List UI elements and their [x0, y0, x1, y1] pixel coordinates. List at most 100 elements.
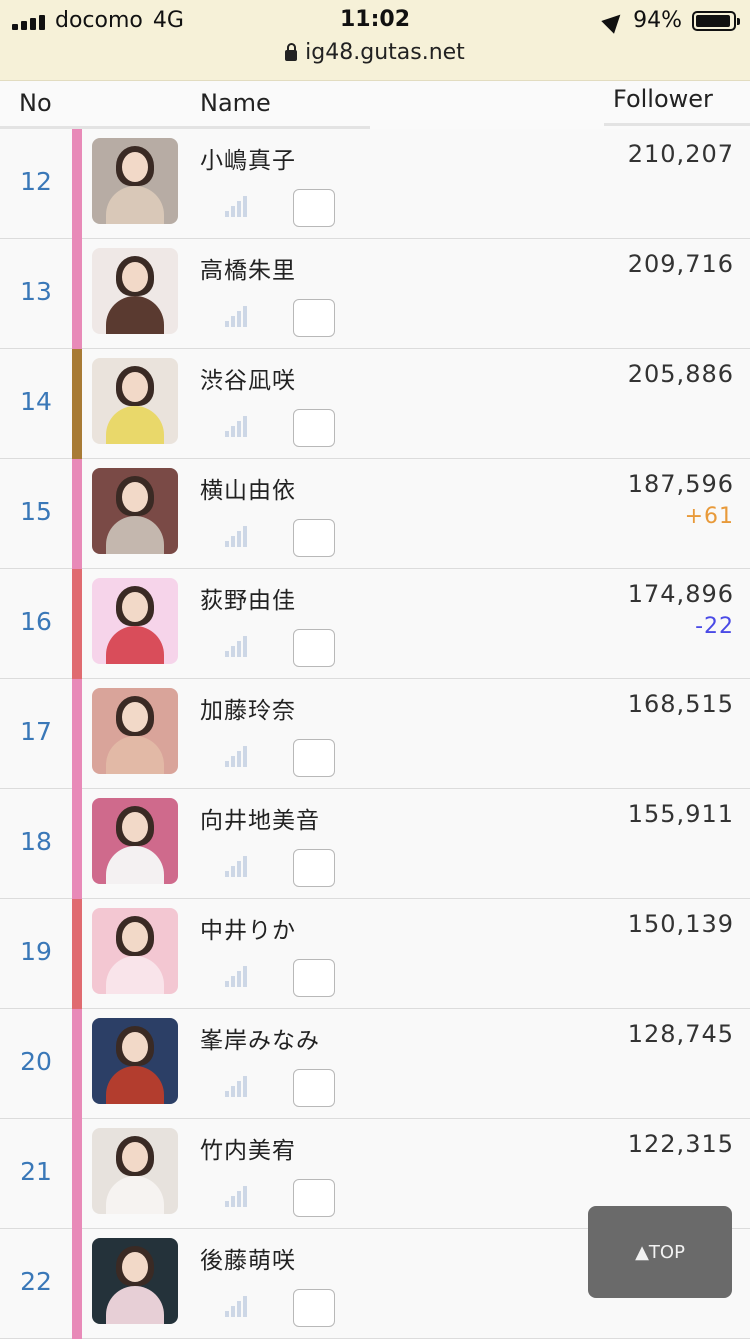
column-header-follower[interactable]: Follower [613, 85, 713, 113]
member-photo[interactable] [92, 688, 178, 774]
member-photo[interactable] [92, 578, 178, 664]
bar-chart-icon[interactable] [225, 635, 247, 657]
rank-number: 13 [20, 277, 52, 306]
compare-checkbox[interactable] [293, 959, 335, 997]
compare-checkbox[interactable] [293, 189, 335, 227]
follower-count: 150,139 [627, 910, 734, 938]
member-photo[interactable] [92, 468, 178, 554]
member-photo[interactable] [92, 358, 178, 444]
column-header-name[interactable]: Name [200, 89, 271, 117]
bar-chart-icon[interactable] [225, 1075, 247, 1097]
team-color-bar [72, 899, 82, 1009]
member-name[interactable]: 後藤萌咲 [200, 1241, 296, 1275]
photo-face [122, 1142, 148, 1172]
follower-diff: +61 [684, 504, 734, 529]
compare-checkbox[interactable] [293, 849, 335, 887]
photo-body [106, 956, 164, 994]
member-name[interactable]: 竹内美宥 [200, 1131, 296, 1165]
compare-checkbox[interactable] [293, 629, 335, 667]
compare-checkbox[interactable] [293, 519, 335, 557]
team-color-bar [72, 129, 82, 239]
member-photo[interactable] [92, 1128, 178, 1214]
team-color-bar [72, 349, 82, 459]
back-to-top-button[interactable]: ▲TOP [588, 1206, 732, 1298]
follower-count: 210,207 [627, 140, 734, 168]
table-row[interactable]: 18 向井地美音 155,911 [0, 789, 750, 899]
table-row[interactable]: 14 渋谷凪咲 205,886 [0, 349, 750, 459]
rank-number: 21 [20, 1157, 52, 1186]
compare-checkbox[interactable] [293, 409, 335, 447]
bar-chart-icon[interactable] [225, 415, 247, 437]
follower-count: 205,886 [627, 360, 734, 388]
follower-count: 168,515 [627, 690, 734, 718]
follower-count: 209,716 [627, 250, 734, 278]
photo-face [122, 482, 148, 512]
table-row[interactable]: 12 小嶋真子 210,207 [0, 129, 750, 239]
column-header-no[interactable]: No [19, 89, 52, 117]
photo-face [122, 262, 148, 292]
member-name[interactable]: 峯岸みなみ [200, 1021, 320, 1055]
follower-count: 128,745 [627, 1020, 734, 1048]
photo-body [106, 186, 164, 224]
photo-body [106, 1066, 164, 1104]
member-photo[interactable] [92, 908, 178, 994]
location-icon [601, 7, 627, 34]
team-color-bar [72, 239, 82, 349]
table-row[interactable]: 16 荻野由佳 174,896 -22 [0, 569, 750, 679]
bar-chart-icon[interactable] [225, 305, 247, 327]
member-photo[interactable] [92, 1018, 178, 1104]
compare-checkbox[interactable] [293, 1289, 335, 1327]
team-color-bar [72, 1119, 82, 1229]
bar-chart-icon[interactable] [225, 745, 247, 767]
compare-checkbox[interactable] [293, 1069, 335, 1107]
table-row[interactable]: 15 横山由依 187,596 +61 [0, 459, 750, 569]
photo-face [122, 922, 148, 952]
compare-checkbox[interactable] [293, 299, 335, 337]
bar-chart-icon[interactable] [225, 1295, 247, 1317]
table-row[interactable]: 17 加藤玲奈 168,515 [0, 679, 750, 789]
header-underline [604, 123, 750, 126]
table-row[interactable]: 13 高橋朱里 209,716 [0, 239, 750, 349]
rank-number: 12 [20, 167, 52, 196]
team-color-bar [72, 1009, 82, 1119]
bar-chart-icon[interactable] [225, 195, 247, 217]
team-color-bar [72, 789, 82, 899]
ranking-list: 12 小嶋真子 210,207 13 高橋朱里 209,716 14 渋谷凪咲 … [0, 129, 750, 1339]
photo-body [106, 1176, 164, 1214]
member-name[interactable]: 小嶋真子 [200, 141, 296, 175]
member-name[interactable]: 横山由依 [200, 471, 296, 505]
compare-checkbox[interactable] [293, 1179, 335, 1217]
battery-percent: 94% [633, 8, 682, 33]
rank-number: 17 [20, 717, 52, 746]
member-name[interactable]: 高橋朱里 [200, 251, 296, 285]
compare-checkbox[interactable] [293, 739, 335, 777]
member-name[interactable]: 加藤玲奈 [200, 691, 296, 725]
member-name[interactable]: 中井りか [200, 911, 296, 945]
table-row[interactable]: 19 中井りか 150,139 [0, 899, 750, 1009]
photo-face [122, 1252, 148, 1282]
member-name[interactable]: 渋谷凪咲 [200, 361, 296, 395]
address-bar[interactable]: ig48.gutas.net [0, 40, 750, 65]
follower-count: 187,596 [627, 470, 734, 498]
table-row[interactable]: 20 峯岸みなみ 128,745 [0, 1009, 750, 1119]
photo-face [122, 152, 148, 182]
member-name[interactable]: 向井地美音 [200, 801, 320, 835]
bar-chart-icon[interactable] [225, 855, 247, 877]
team-color-bar [72, 569, 82, 679]
photo-face [122, 372, 148, 402]
member-photo[interactable] [92, 138, 178, 224]
bar-chart-icon[interactable] [225, 525, 247, 547]
photo-body [106, 626, 164, 664]
photo-body [106, 406, 164, 444]
rank-number: 16 [20, 607, 52, 636]
status-right: 94% [601, 7, 740, 34]
member-photo[interactable] [92, 798, 178, 884]
team-color-bar [72, 459, 82, 569]
bar-chart-icon[interactable] [225, 965, 247, 987]
bar-chart-icon[interactable] [225, 1185, 247, 1207]
lock-icon [285, 43, 298, 61]
member-name[interactable]: 荻野由佳 [200, 581, 296, 615]
member-photo[interactable] [92, 248, 178, 334]
table-header: No Name Follower [0, 81, 750, 129]
member-photo[interactable] [92, 1238, 178, 1324]
